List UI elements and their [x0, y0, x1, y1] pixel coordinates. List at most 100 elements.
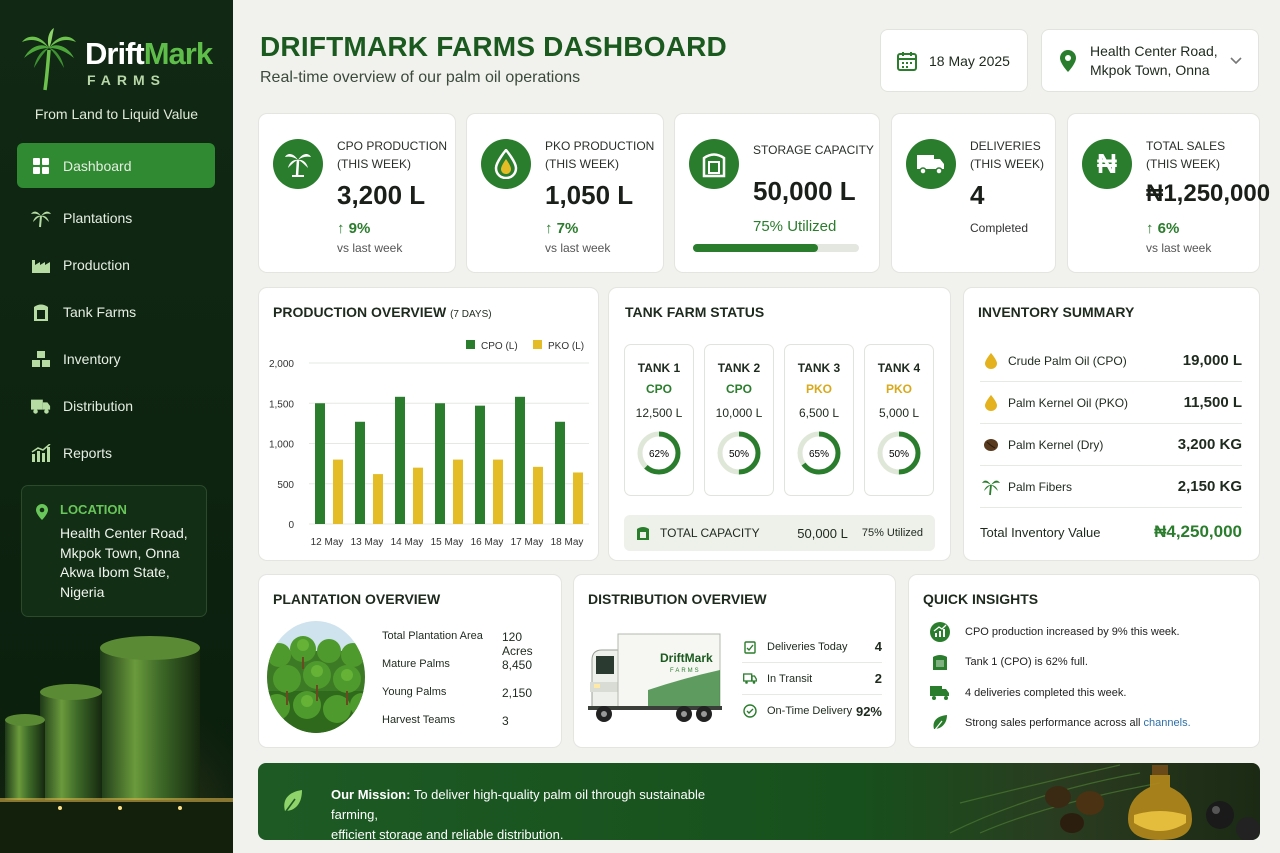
kpi-card-pko[interactable]: PKO PRODUCTION (THIS WEEK) 1,050 L ↑ 7% v… — [466, 113, 664, 273]
nav-plantations[interactable]: Plantations — [17, 195, 215, 240]
production-bar-chart: 2,000 1,500 1,000 500 0 12 May 13 May 14 May 15 … — [269, 340, 589, 548]
nav-tank-farms[interactable]: Tank Farms — [17, 289, 215, 334]
leaf-icon — [929, 714, 951, 732]
kpi-label: TOTAL SALES (THIS WEEK) — [1146, 137, 1225, 173]
nav-distribution[interactable]: Distribution — [17, 383, 215, 428]
calendar-icon — [897, 51, 917, 71]
x-tick-label: 18 May — [551, 537, 584, 548]
distribution-label: Deliveries Today — [767, 640, 848, 653]
distribution-label: On-Time Delivery — [767, 705, 853, 717]
storage-progress-fill — [693, 244, 818, 252]
truck-icon — [31, 396, 51, 416]
arrow-up-icon: ↑ — [337, 220, 349, 237]
total-capacity-bar: TOTAL CAPACITY 50,000 L 75% Utilized — [624, 515, 935, 551]
kpi-note: Completed — [970, 221, 1029, 235]
kpi-label-line: (THIS WEEK) — [337, 157, 411, 171]
plantation-label: Total Plantation Area — [382, 630, 483, 642]
brand-name-b: Mark — [143, 36, 213, 71]
inventory-row[interactable]: Palm Kernel (Dry) 3,200 KG — [980, 424, 1242, 466]
location-pin-icon — [1060, 49, 1076, 72]
factory-icon — [31, 255, 51, 275]
kpi-value: 50,000 L — [753, 176, 856, 206]
kpi-comparison: vs last week — [545, 241, 611, 255]
tank-card[interactable]: TANK 2 CPO 10,000 L 50% — [704, 344, 774, 496]
donut-label: 50% — [889, 449, 909, 460]
insight-link[interactable]: channels. — [1144, 717, 1191, 729]
location-selector[interactable]: Health Center Road, Mkpok Town, Onna — [1041, 29, 1259, 92]
quick-insights-card: QUICK INSIGHTS CPO production increased … — [908, 574, 1260, 748]
section-title: TANK FARM STATUS — [625, 304, 765, 320]
kpi-card-sales[interactable]: ₦ TOTAL SALES (THIS WEEK) ₦1,250,000 ↑ 6%… — [1067, 113, 1270, 273]
brand-sub: FARMS — [87, 72, 166, 88]
inventory-row[interactable]: Palm Kernel Oil (PKO) 11,500 L — [980, 382, 1242, 424]
nav-dashboard[interactable]: Dashboard — [17, 143, 215, 188]
palm-icon — [31, 208, 51, 228]
trend-up-icon — [929, 622, 951, 642]
tank-icon — [31, 302, 51, 322]
plantation-value: 2,150 — [502, 686, 533, 700]
mission-text-line: efficient storage and reliable distribut… — [331, 827, 564, 840]
location-selector-text: Health Center Road, Mkpok Town, Onna — [1090, 42, 1218, 80]
kpi-label-line: PKO PRODUCTION — [545, 139, 655, 153]
distribution-row[interactable]: On-Time Delivery 92% — [742, 695, 882, 727]
oil-drop-icon — [980, 394, 1002, 411]
kpi-comparison: vs last week — [337, 241, 403, 255]
bar-cpo — [315, 403, 325, 524]
nav-label: Reports — [63, 444, 113, 461]
date-picker[interactable]: 18 May 2025 — [880, 29, 1028, 92]
bar-cpo — [355, 421, 365, 524]
bar-chart-icon — [31, 443, 51, 463]
distribution-row[interactable]: In Transit 2 — [742, 663, 882, 695]
insight-item: Strong sales performance across all chan… — [929, 714, 1191, 732]
bar-cpo — [515, 396, 525, 524]
tank-fill-donut: 62% — [637, 431, 681, 475]
nav-production[interactable]: Production — [17, 242, 215, 287]
inventory-value: 19,000 L — [1182, 352, 1242, 369]
plantation-photo — [267, 621, 365, 733]
arrow-up-icon: ↑ — [545, 220, 557, 237]
kpi-delta: ↑ 6% — [1146, 220, 1179, 237]
tank-card[interactable]: TANK 1 CPO 12,500 L 62% — [624, 344, 694, 496]
inventory-row[interactable]: Palm Fibers 2,150 KG — [980, 466, 1242, 508]
tank-card[interactable]: TANK 4 PKO 5,000 L 50% — [864, 344, 934, 496]
kpi-value: 3,200 L — [337, 180, 426, 210]
bar-pko — [413, 467, 423, 524]
nav-reports[interactable]: Reports — [17, 430, 215, 475]
kpi-delta: ↑ 9% — [337, 220, 370, 237]
naira-icon: ₦ — [1082, 139, 1132, 189]
tank-volume: 5,000 L — [878, 406, 920, 420]
nav-label: Distribution — [63, 397, 134, 414]
brand-name: DriftMark — [85, 36, 213, 72]
nav-inventory[interactable]: Inventory — [17, 336, 215, 381]
x-tick-label: 12 May — [311, 537, 344, 548]
insight-text: Strong sales performance across all chan… — [965, 717, 1191, 729]
bar-cpo — [555, 421, 565, 524]
plantation-label: Harvest Teams — [382, 714, 456, 726]
plantation-row: Mature Palms 8,450 — [382, 658, 552, 672]
page-title: DRIFTMARK FARMS DASHBOARD — [260, 31, 727, 62]
distribution-row[interactable]: Deliveries Today 4 — [742, 631, 882, 663]
kpi-card-cpo[interactable]: CPO PRODUCTION (THIS WEEK) 3,200 L ↑ 9% v… — [258, 113, 456, 273]
location-address: Health Center Road, Mkpok Town, Onna Akw… — [60, 524, 192, 602]
insight-item: Tank 1 (CPO) is 62% full. — [929, 653, 1088, 671]
brand-logo[interactable]: DriftMark FARMS — [20, 28, 220, 98]
mission-text: Our Mission: To deliver high-quality pal… — [331, 785, 751, 840]
inventory-value: 11,500 L — [1183, 394, 1242, 411]
inventory-name: Crude Palm Oil (CPO) — [1008, 353, 1127, 368]
tank-card[interactable]: TANK 3 PKO 6,500 L 65% — [784, 344, 854, 496]
kpi-card-deliveries[interactable]: DELIVERIES (THIS WEEK) 4 Completed — [891, 113, 1056, 273]
tank-fill-donut: 50% — [717, 431, 761, 475]
plantation-value: 8,450 — [502, 658, 533, 672]
main-content: DRIFTMARK FARMS DASHBOARD Real-time over… — [233, 0, 1280, 853]
grid-icon — [31, 156, 51, 176]
palm-logo-icon — [22, 28, 76, 91]
address-line: Akwa Ibom State, — [60, 564, 170, 580]
storage-utilization-text: 75% Utilized — [753, 218, 837, 235]
kpi-card-storage[interactable]: STORAGE CAPACITY 50,000 L 75% Utilized — [674, 113, 880, 273]
inventory-row[interactable]: Crude Palm Oil (CPO) 19,000 L — [980, 340, 1242, 382]
truck-brand-sub: FARMS — [670, 668, 701, 674]
chevron-down-icon — [1230, 57, 1242, 65]
tank-name: TANK 2 — [717, 361, 761, 375]
kpi-delta-value: 7% — [556, 220, 579, 237]
kpi-label-line: (THIS WEEK) — [970, 157, 1044, 171]
